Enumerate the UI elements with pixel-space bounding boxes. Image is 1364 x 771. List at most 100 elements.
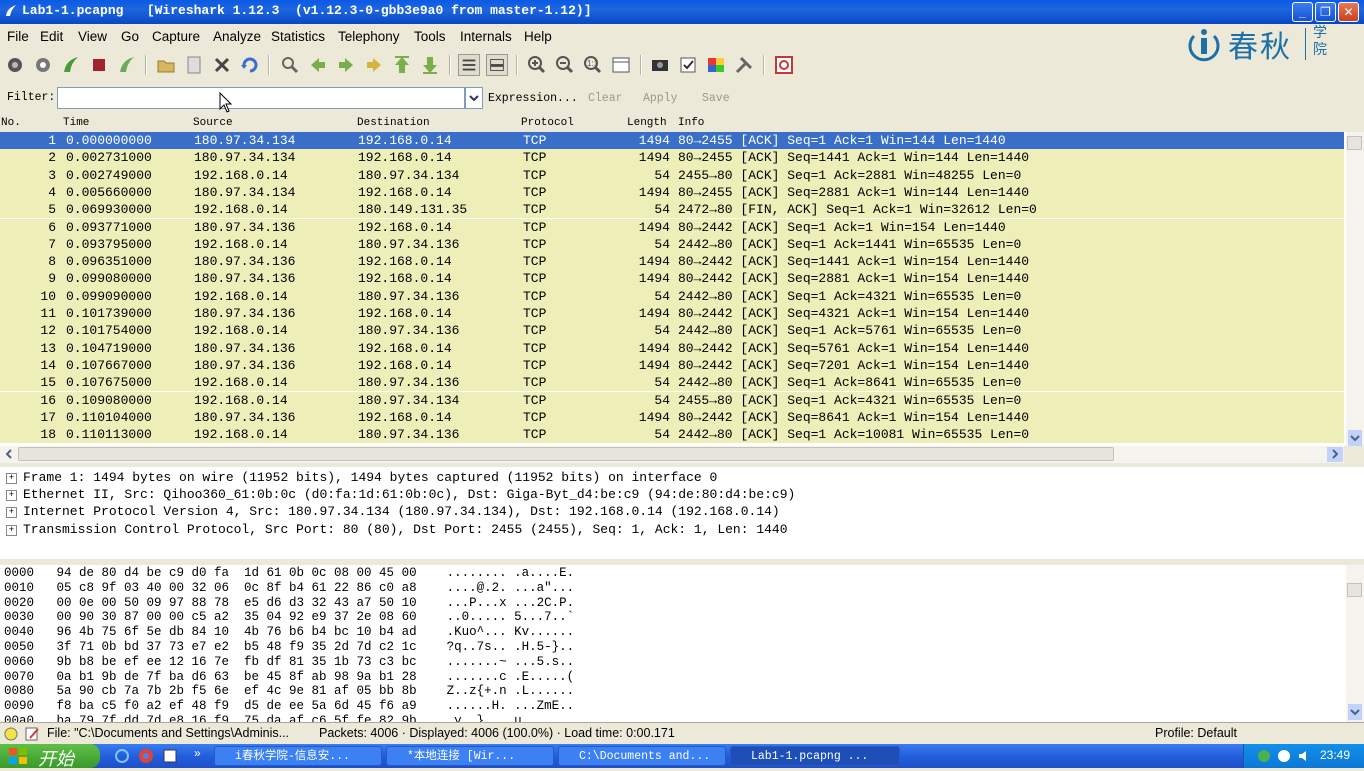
- packet-row[interactable]: 12 0.101754000 192.168.0.14 180.97.34.136 TC…: [0, 322, 1344, 340]
- restore-button[interactable]: ❐: [1315, 2, 1336, 22]
- packet-row[interactable]: 4 0.005660000 180.97.34.134 192.168.0.14 TCP…: [0, 183, 1344, 202]
- preferences-icon[interactable]: [733, 54, 755, 76]
- packet-row[interactable]: 5 0.069930000 192.168.0.14 180.149.131.35 TC…: [0, 201, 1344, 219]
- stop-capture-icon[interactable]: [88, 54, 110, 76]
- apply-button[interactable]: Apply: [643, 92, 678, 105]
- packet-row[interactable]: 2 0.002731000 180.97.34.134 192.168.0.14 TCP…: [0, 149, 1344, 167]
- close-file-icon[interactable]: [211, 54, 233, 76]
- packet-row[interactable]: 9 0.099080000 180.97.34.136 192.168.0.14 TCP…: [0, 270, 1344, 288]
- column-info[interactable]: Info: [678, 117, 704, 129]
- column-source[interactable]: Source: [193, 117, 233, 129]
- menu-file[interactable]: File: [7, 29, 29, 44]
- expand-icon[interactable]: +: [6, 473, 17, 484]
- clear-button[interactable]: Clear: [588, 92, 623, 105]
- quicklaunch-more-icon[interactable]: »: [194, 746, 201, 760]
- hex-row[interactable]: 0080 5a 90 cb 7a 7b 2b f5 6e ef 4c 9e 81…: [4, 684, 574, 699]
- interfaces-icon[interactable]: [4, 54, 26, 76]
- scroll-left-icon[interactable]: [2, 447, 16, 461]
- restart-capture-icon[interactable]: [116, 54, 138, 76]
- column-time[interactable]: Time: [63, 117, 89, 129]
- scroll-right-icon[interactable]: [1327, 447, 1343, 462]
- hex-row[interactable]: 0030 00 90 30 87 00 00 c5 a2 35 04 92 e9…: [4, 610, 574, 625]
- menu-tools[interactable]: Tools: [414, 29, 446, 44]
- packet-row[interactable]: 3 0.002749000 192.168.0.14 180.97.34.134 TCP…: [0, 166, 1344, 184]
- detail-row-ethernet[interactable]: + Ethernet II, Src: Qihoo360_61:0b:0c (d0…: [6, 486, 795, 503]
- auto-scroll-icon[interactable]: [486, 54, 508, 76]
- menu-analyze[interactable]: Analyze: [213, 29, 261, 44]
- minimize-button[interactable]: _: [1292, 2, 1313, 22]
- packet-row[interactable]: 14 0.107667000 180.97.34.136 192.168.0.14 TC…: [0, 356, 1344, 375]
- hex-row[interactable]: 0040 96 4b 75 6f 5e db 84 10 4b 76 b6 b4…: [4, 625, 574, 640]
- packet-row[interactable]: 11 0.101739000 180.97.34.136 192.168.0.14 TC…: [0, 305, 1344, 323]
- zoom-out-icon[interactable]: [554, 54, 576, 76]
- bytes-scrollbar[interactable]: [1346, 565, 1364, 722]
- column-destination[interactable]: Destination: [357, 117, 430, 129]
- detail-row-frame[interactable]: + Frame 1: 1494 bytes on wire (11952 bits…: [6, 469, 717, 486]
- menu-capture[interactable]: Capture: [152, 29, 200, 44]
- go-forward-icon[interactable]: [335, 54, 357, 76]
- filter-dropdown-button[interactable]: [465, 87, 483, 109]
- scroll-down-icon[interactable]: [1348, 704, 1362, 720]
- expert-info-icon[interactable]: [4, 727, 18, 741]
- ie-icon[interactable]: [114, 748, 130, 764]
- tray-security-icon[interactable]: [1276, 748, 1292, 764]
- task-wireshark-capture[interactable]: *本地连接 [Wir...: [386, 746, 554, 766]
- close-button[interactable]: ✕: [1338, 2, 1359, 22]
- column-no[interactable]: No.: [1, 117, 21, 129]
- packet-list-scrollbar[interactable]: [1346, 132, 1364, 446]
- scroll-thumb[interactable]: [1347, 136, 1362, 150]
- task-wireshark-file[interactable]: Lab1-1.pcapng ...: [730, 746, 900, 766]
- save-filter-button[interactable]: Save: [702, 92, 730, 105]
- packet-row[interactable]: 13 0.104719000 180.97.34.136 192.168.0.14 TC…: [0, 339, 1344, 357]
- hex-row[interactable]: 0000 94 de 80 d4 be c9 d0 fa 1d 61 0b 0c…: [4, 566, 574, 581]
- expression-button[interactable]: Expression...: [488, 92, 578, 105]
- hex-row[interactable]: 0050 3f 71 0b bd 37 73 e7 e2 b5 48 f9 35…: [4, 640, 574, 655]
- quicklaunch-icon[interactable]: [162, 748, 178, 764]
- scroll-thumb[interactable]: [1347, 583, 1362, 597]
- menu-internals[interactable]: Internals: [460, 29, 512, 44]
- hex-row[interactable]: 0020 00 0e 00 50 09 97 88 78 e5 d6 d3 32…: [4, 596, 574, 611]
- menu-edit[interactable]: Edit: [40, 29, 63, 44]
- reload-icon[interactable]: [239, 54, 261, 76]
- column-length[interactable]: Length: [627, 117, 667, 129]
- capture-filters-icon[interactable]: [649, 54, 671, 76]
- detail-row-ip[interactable]: + Internet Protocol Version 4, Src: 180.9…: [6, 503, 780, 520]
- packet-row[interactable]: 18 0.110113000 192.168.0.14 180.97.34.136 TC…: [0, 426, 1344, 444]
- save-file-icon[interactable]: [183, 54, 205, 76]
- hscroll-thumb[interactable]: [18, 447, 1114, 461]
- chrome-icon[interactable]: [138, 748, 154, 764]
- display-filters-icon[interactable]: [677, 54, 699, 76]
- open-file-icon[interactable]: [155, 54, 177, 76]
- menu-view[interactable]: View: [78, 29, 107, 44]
- status-profile[interactable]: Profile: Default: [1155, 726, 1237, 740]
- hex-row[interactable]: 0010 05 c8 9f 03 40 00 32 06 0c 8f b4 61…: [4, 581, 574, 596]
- task-browser[interactable]: i春秋学院-信息安...: [214, 746, 382, 766]
- help-icon[interactable]: [773, 54, 795, 76]
- go-to-packet-icon[interactable]: [363, 54, 385, 76]
- menu-help[interactable]: Help: [524, 29, 552, 44]
- menu-statistics[interactable]: Statistics: [271, 29, 325, 44]
- go-last-icon[interactable]: [419, 54, 441, 76]
- hex-row[interactable]: 0090 f8 ba c5 f0 a2 ef 48 f9 d5 de ee 5a…: [4, 699, 574, 714]
- scroll-down-icon[interactable]: [1348, 430, 1362, 446]
- menu-telephony[interactable]: Telephony: [338, 29, 400, 44]
- go-back-icon[interactable]: [307, 54, 329, 76]
- expand-icon[interactable]: +: [6, 525, 17, 536]
- tray-network-icon[interactable]: [1256, 748, 1272, 764]
- go-first-icon[interactable]: [391, 54, 413, 76]
- expand-icon[interactable]: +: [6, 507, 17, 518]
- hex-row[interactable]: 0070 0a b1 9b de 7f ba d6 63 be 45 8f ab…: [4, 670, 574, 685]
- find-packet-icon[interactable]: [279, 54, 301, 76]
- tray-volume-icon[interactable]: [1296, 748, 1312, 764]
- options-icon[interactable]: [32, 54, 54, 76]
- zoom-in-icon[interactable]: [526, 54, 548, 76]
- packet-row[interactable]: 15 0.107675000 192.168.0.14 180.97.34.136 TC…: [0, 374, 1344, 392]
- packet-row[interactable]: 16 0.109080000 192.168.0.14 180.97.34.134 TC…: [0, 391, 1344, 409]
- resize-columns-icon[interactable]: [610, 54, 632, 76]
- packet-row[interactable]: 1 0.000000000 180.97.34.134 192.168.0.14 TCP…: [0, 132, 1344, 150]
- zoom-normal-icon[interactable]: 1:1: [582, 54, 604, 76]
- task-explorer[interactable]: C:\Documents and...: [558, 746, 726, 766]
- packet-row[interactable]: 10 0.099090000 192.168.0.14 180.97.34.136 TC…: [0, 287, 1344, 305]
- packet-row[interactable]: 7 0.093795000 192.168.0.14 180.97.34.136 TCP…: [0, 235, 1344, 254]
- detail-row-tcp[interactable]: + Transmission Control Protocol, Src Port…: [6, 521, 788, 538]
